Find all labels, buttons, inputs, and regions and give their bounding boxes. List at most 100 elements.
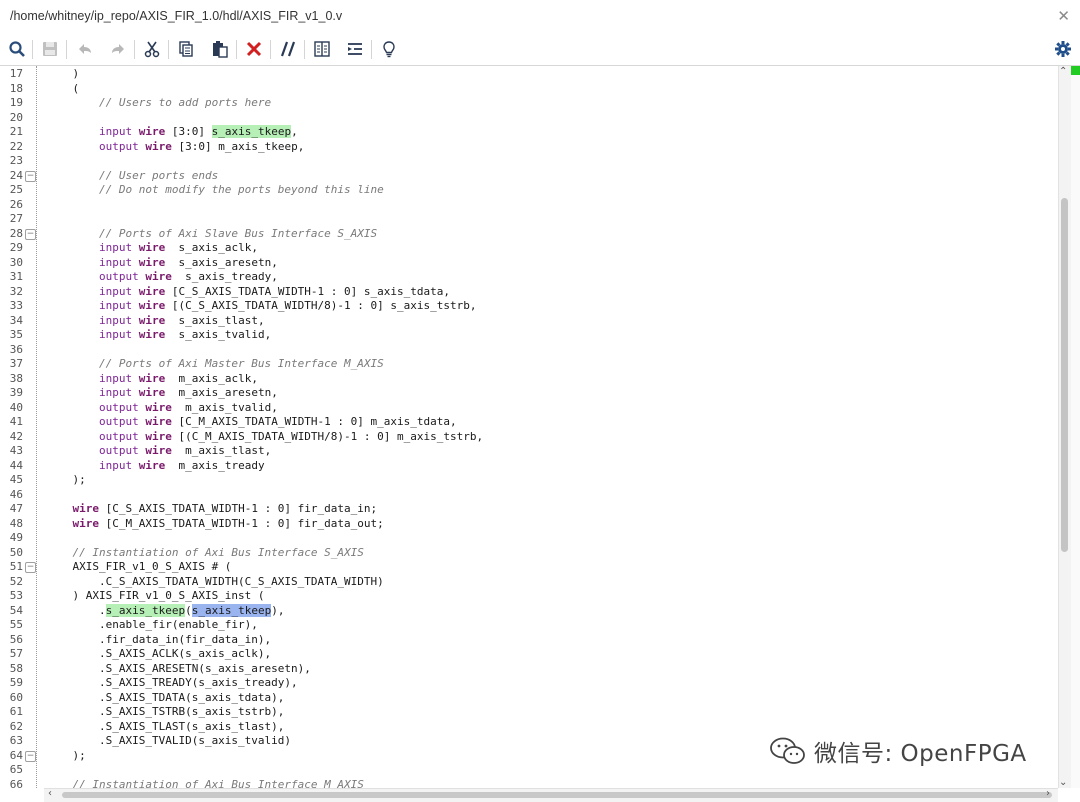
code-line[interactable]: ) AXIS_FIR_v1_0_S_AXIS_inst ( [46,589,264,604]
code-line[interactable]: output wire [C_M_AXIS_TDATA_WIDTH-1 : 0]… [46,415,457,430]
code-line[interactable]: output wire s_axis_tready, [46,270,278,285]
code-line[interactable]: // User ports ends [46,169,218,184]
scroll-up-icon[interactable]: ⌃ [1059,66,1067,77]
horizontal-scrollbar-thumb[interactable] [62,792,1052,798]
code-line[interactable]: // Ports of Axi Master Bus Interface M_A… [46,357,384,372]
code-line[interactable]: .S_AXIS_TREADY(s_axis_tready), [46,676,298,691]
vertical-scrollbar-thumb[interactable] [1061,198,1068,552]
line-number: 56 [9,632,23,646]
code-line[interactable]: input wire m_axis_tready [46,459,265,474]
line-number: 65 [9,763,23,776]
code-line[interactable]: AXIS_FIR_v1_0_S_AXIS # ( [46,560,231,575]
line-number: 39 [9,386,23,399]
scroll-down-icon[interactable]: ⌄ [1059,777,1067,788]
line-number: 38 [9,371,23,385]
code-line[interactable]: input wire [(C_S_AXIS_TDATA_WIDTH/8)-1 :… [46,299,477,314]
code-line[interactable]: wire [C_M_AXIS_TDATA_WIDTH-1 : 0] fir_da… [46,517,384,532]
code-line[interactable]: .S_AXIS_TDATA(s_axis_tdata), [46,691,284,706]
watermark-text: 微信号: OpenFPGA [814,741,1027,767]
undo-icon[interactable] [73,38,97,60]
code-editor[interactable]: 17 18 19 20 21 22 23 24−25 26 27 28−29 30 31 32 33 34 35… [0,66,1058,788]
code-line[interactable]: output wire [3:0] m_axis_tkeep, [46,140,304,155]
scroll-right-icon[interactable]: › [1046,788,1050,799]
line-number: 34 [9,313,23,327]
code-line[interactable]: output wire m_axis_tlast, [46,444,271,459]
code-line[interactable]: ); [46,749,85,764]
line-number: 22 [9,139,23,153]
code-line[interactable]: .S_AXIS_TSTRB(s_axis_tstrb), [46,705,284,720]
line-number: 33 [9,299,23,312]
toolbar-separator [134,40,135,59]
close-icon[interactable]: ✕ [1057,7,1070,25]
fold-toggle-icon[interactable]: − [25,170,36,182]
watermark: 微信号: OpenFPGA [768,734,1027,768]
line-number: 21 [9,125,23,138]
redo-icon[interactable] [106,38,130,60]
code-line[interactable]: .fir_data_in(fir_data_in), [46,633,271,648]
fold-toggle-icon[interactable]: − [25,562,36,573]
code-line[interactable]: ); [46,473,85,488]
fold-toggle-icon[interactable]: − [25,228,36,240]
lightbulb-icon[interactable] [377,38,401,60]
wechat-icon [770,737,805,764]
line-number: 64 [9,748,23,762]
line-number-gutter: 17 18 19 20 21 22 23 24−25 26 27 28−29 30 31 32 33 34 35… [0,66,44,788]
overview-ruler [1071,66,1080,788]
code-line[interactable]: input wire [3:0] s_axis_tkeep, [46,125,298,140]
file-path: /home/whitney/ip_repo/AXIS_FIR_1.0/hdl/A… [10,9,343,23]
search-icon[interactable] [5,38,29,60]
line-number: 29 [9,241,23,254]
code-line[interactable]: input wire s_axis_tlast, [46,314,265,329]
horizontal-scrollbar[interactable] [44,788,1058,802]
code-line[interactable]: output wire [(C_M_AXIS_TDATA_WIDTH/8)-1 … [46,430,483,445]
code-line[interactable]: .S_AXIS_ACLK(s_axis_aclk), [46,647,271,662]
line-number: 24 [9,168,23,182]
toolbar-separator [236,40,237,59]
code-line[interactable]: .s_axis_tkeep(s_axis_tkeep), [46,603,284,619]
code-line[interactable]: // Users to add ports here [46,96,271,111]
copy-icon[interactable] [174,38,198,60]
cut-icon[interactable] [140,38,164,60]
code-line[interactable]: // Instantiation of Axi Bus Interface S_… [46,546,363,561]
line-number: 59 [9,676,23,689]
code-line[interactable]: output wire m_axis_tvalid, [46,401,278,416]
scroll-left-icon[interactable]: ‹ [48,788,52,799]
code-line[interactable]: input wire s_axis_aclk, [46,241,258,256]
line-number: 40 [9,400,23,414]
paste-icon[interactable] [208,38,232,60]
code-line[interactable]: .S_AXIS_ARESETN(s_axis_aresetn), [46,662,311,677]
code-line[interactable]: // Ports of Axi Slave Bus Interface S_AX… [46,227,377,242]
delete-icon[interactable] [242,38,266,60]
line-number: 62 [9,719,23,733]
vertical-scrollbar[interactable] [1058,66,1071,788]
line-number: 57 [9,647,23,660]
code-line[interactable]: .S_AXIS_TLAST(s_axis_tlast), [46,720,284,735]
columns-icon[interactable] [310,38,334,60]
code-line[interactable]: input wire m_axis_aclk, [46,372,258,387]
code-line[interactable]: // Instantiation of Axi Bus Interface M_… [46,778,363,789]
code-line[interactable]: input wire m_axis_aresetn, [46,386,278,401]
code-line[interactable]: input wire [C_S_AXIS_TDATA_WIDTH-1 : 0] … [46,285,450,300]
comment-icon[interactable] [276,38,300,60]
code-line[interactable]: input wire s_axis_aresetn, [46,256,278,271]
line-number: 19 [9,96,23,109]
line-number: 32 [9,284,23,298]
status-marker [1071,66,1080,75]
line-number: 23 [9,154,23,167]
line-number: 46 [9,487,23,501]
code-line[interactable]: wire [C_S_AXIS_TDATA_WIDTH-1 : 0] fir_da… [46,502,378,517]
indent-icon[interactable] [343,38,367,60]
fold-toggle-icon[interactable]: − [25,750,36,762]
code-line[interactable]: ) [46,67,79,82]
line-number: 30 [9,255,23,269]
line-number: 18 [9,81,23,95]
code-line[interactable]: // Do not modify the ports beyond this l… [46,183,384,198]
save-icon[interactable] [38,38,62,60]
code-line[interactable]: input wire s_axis_tvalid, [46,328,271,343]
code-line[interactable]: ( [46,82,79,97]
toolbar [0,34,1080,66]
code-line[interactable]: .C_S_AXIS_TDATA_WIDTH(C_S_AXIS_TDATA_WID… [46,575,384,590]
gear-icon[interactable] [1051,38,1075,60]
code-line[interactable]: .S_AXIS_TVALID(s_axis_tvalid) [46,734,291,749]
code-line[interactable]: .enable_fir(enable_fir), [46,618,258,633]
